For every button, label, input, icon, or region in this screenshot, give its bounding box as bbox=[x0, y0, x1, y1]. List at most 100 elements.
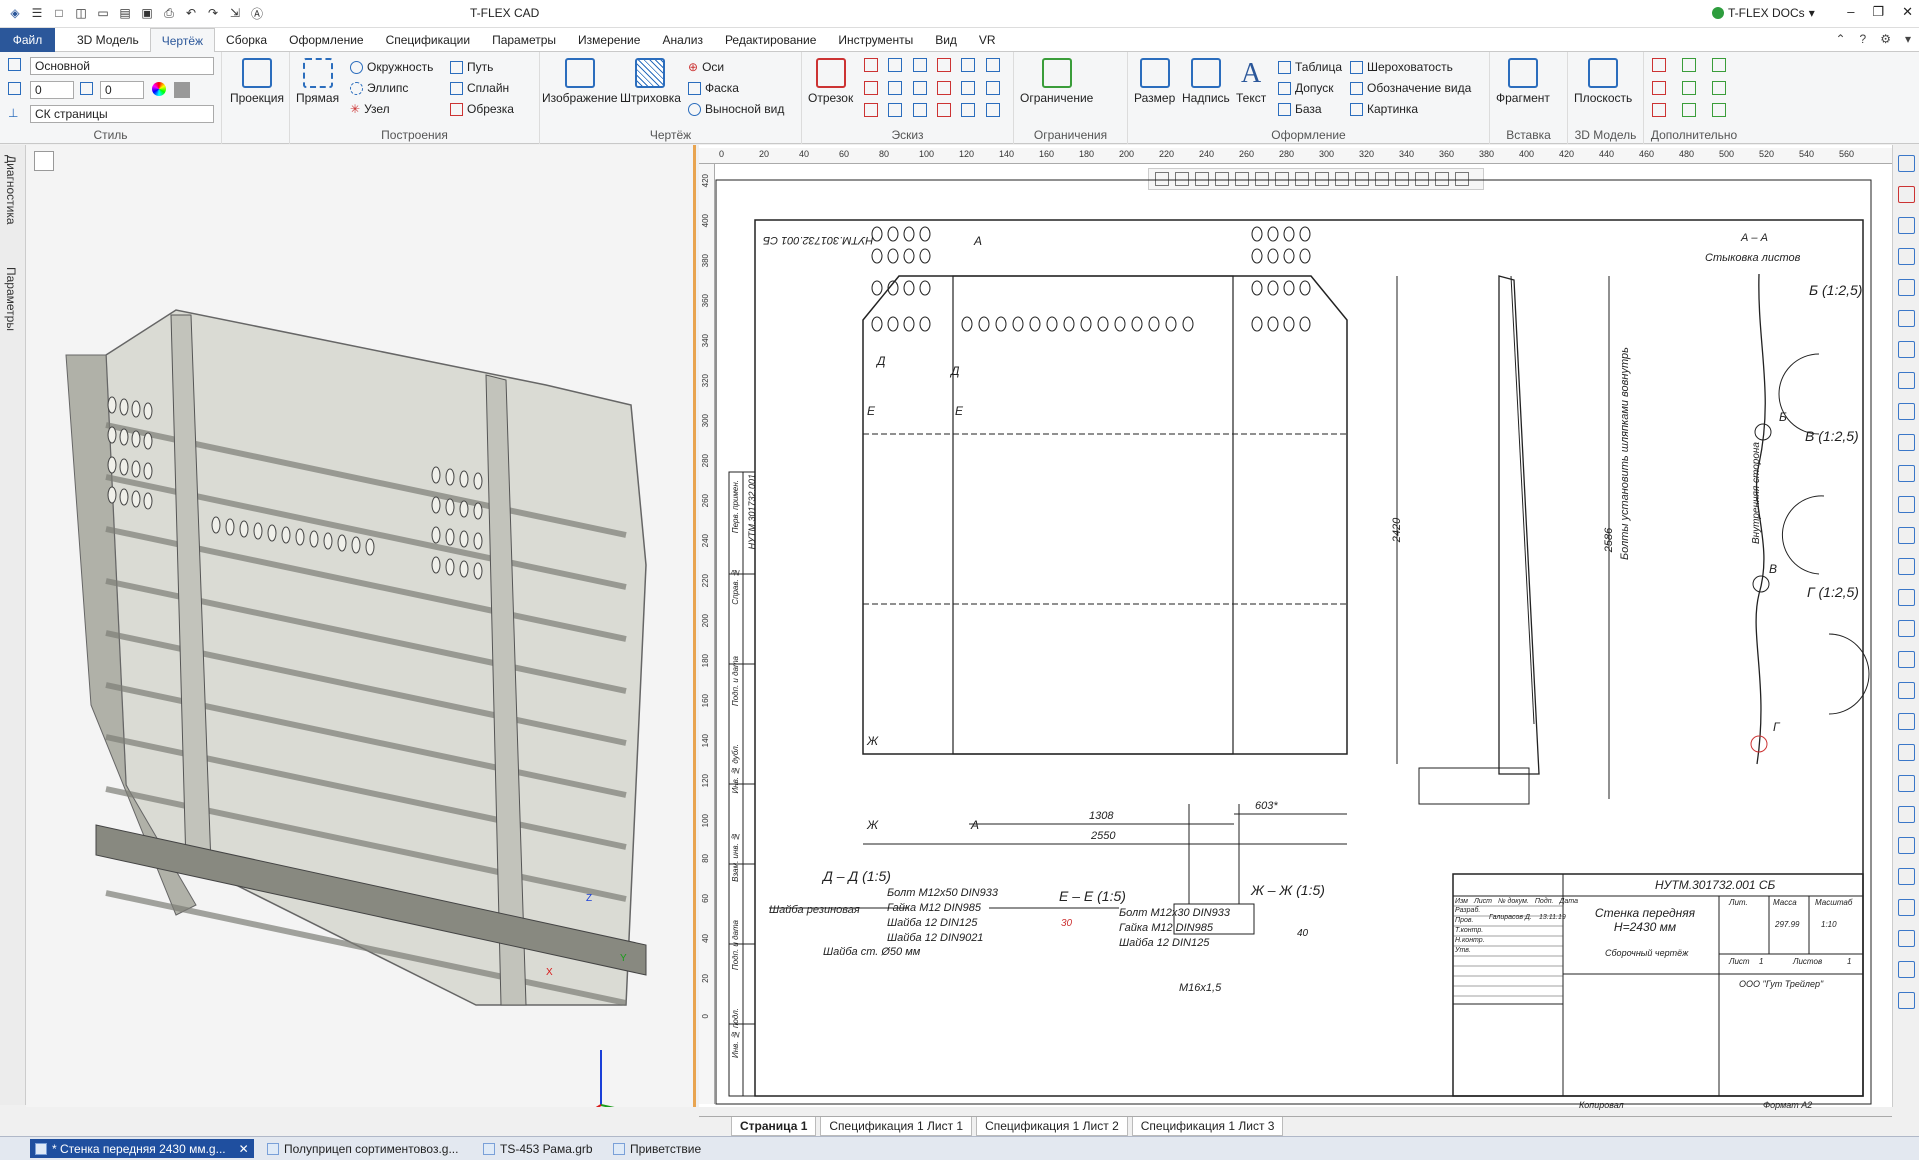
tab-11[interactable]: VR bbox=[968, 28, 1007, 52]
text-button[interactable]: A Текст bbox=[1236, 58, 1266, 105]
table-button[interactable]: Таблица bbox=[1278, 60, 1342, 74]
roughness-button[interactable]: Шероховатость bbox=[1350, 60, 1453, 74]
size-button[interactable]: Размер bbox=[1134, 58, 1175, 105]
side-tool-icon[interactable] bbox=[1898, 248, 1915, 265]
tool-icon[interactable] bbox=[912, 58, 927, 72]
tool-icon[interactable] bbox=[1682, 80, 1696, 95]
sheet-tab[interactable]: Спецификация 1 Лист 2 bbox=[976, 1117, 1128, 1136]
settings-icon[interactable]: ⚙ bbox=[1880, 32, 1891, 46]
side-tool-icon[interactable] bbox=[1898, 496, 1915, 513]
line-button[interactable]: Прямая bbox=[296, 58, 339, 105]
hatch-button[interactable]: Штриховка bbox=[620, 58, 681, 105]
tab-10[interactable]: Вид bbox=[924, 28, 968, 52]
tool-icon[interactable] bbox=[864, 80, 878, 95]
spline-button[interactable]: Сплайн bbox=[450, 81, 509, 95]
tab-5[interactable]: Параметры bbox=[481, 28, 567, 52]
sheet-tab[interactable]: Страница 1 bbox=[731, 1117, 817, 1136]
side-tool-icon[interactable] bbox=[1898, 992, 1915, 1009]
tool-icon[interactable] bbox=[1712, 80, 1726, 95]
node-button[interactable]: ✳ Узел bbox=[350, 102, 390, 116]
side-tool-icon[interactable] bbox=[1898, 930, 1915, 947]
restore-icon[interactable]: ❐ bbox=[1872, 4, 1884, 20]
side-tool-icon[interactable] bbox=[1898, 434, 1915, 451]
side-tool-icon[interactable] bbox=[1898, 682, 1915, 699]
tab-diagnostics[interactable]: Диагностика bbox=[4, 155, 18, 225]
redo-icon[interactable]: ↷ bbox=[204, 4, 222, 22]
sheet-tab[interactable]: Спецификация 1 Лист 3 bbox=[1131, 1117, 1284, 1136]
collapse-ribbon-icon[interactable]: ⌃ bbox=[1835, 32, 1845, 46]
segment-button[interactable]: Отрезок bbox=[808, 58, 853, 105]
tool-icon[interactable] bbox=[985, 58, 1000, 72]
close-icon[interactable]: ✕ bbox=[239, 1142, 249, 1156]
circle-button[interactable]: Окружность bbox=[350, 60, 433, 74]
tool-icon[interactable] bbox=[985, 103, 1000, 118]
more-icon[interactable]: ▾ bbox=[1905, 32, 1911, 46]
fragment-button[interactable]: Фрагмент bbox=[1496, 58, 1550, 105]
tool-icon[interactable] bbox=[864, 103, 878, 118]
tool-icon[interactable] bbox=[961, 58, 976, 72]
plane-button[interactable]: Плоскость bbox=[1574, 58, 1632, 105]
side-tool-icon[interactable] bbox=[1898, 713, 1915, 730]
side-tool-icon[interactable] bbox=[1898, 620, 1915, 637]
print-icon[interactable]: ⎙ bbox=[160, 4, 178, 22]
trim-button[interactable]: Обрезка bbox=[450, 102, 514, 116]
export-icon[interactable]: ⇲ bbox=[226, 4, 244, 22]
detail-view-button[interactable]: Выносной вид bbox=[688, 102, 784, 116]
chamfer-button[interactable]: Фаска bbox=[688, 81, 739, 95]
open-3d-icon[interactable]: ◫ bbox=[72, 4, 90, 22]
tool-icon[interactable] bbox=[888, 80, 903, 95]
side-tool-icon[interactable] bbox=[1898, 403, 1915, 420]
side-tool-icon[interactable] bbox=[1898, 651, 1915, 668]
file-menu[interactable]: Файл bbox=[0, 28, 55, 52]
tab-1[interactable]: Чертёж bbox=[149, 28, 216, 52]
tool-icon[interactable] bbox=[888, 58, 903, 72]
view-label-button[interactable]: Обозначение вида bbox=[1350, 81, 1471, 95]
side-tool-icon[interactable] bbox=[1898, 155, 1915, 172]
palette-icon[interactable] bbox=[152, 82, 166, 96]
tool-icon[interactable] bbox=[937, 58, 951, 72]
tool-icon[interactable] bbox=[961, 80, 976, 95]
side-tool-icon[interactable] bbox=[1898, 186, 1915, 203]
document-tab[interactable]: * Стенка передняя 2430 мм.g... ✕ bbox=[30, 1139, 254, 1158]
tool-icon[interactable] bbox=[1712, 103, 1726, 118]
tool-icon[interactable] bbox=[937, 80, 951, 95]
tab-3[interactable]: Оформление bbox=[278, 28, 374, 52]
axes-button[interactable]: ⊕ Оси bbox=[688, 60, 724, 74]
tool-icon[interactable] bbox=[1652, 103, 1666, 118]
sheet-tab[interactable]: Спецификация 1 Лист 1 bbox=[820, 1117, 973, 1136]
3d-viewport[interactable]: X Y Z bbox=[26, 145, 696, 1107]
tool-icon[interactable] bbox=[985, 80, 1000, 95]
tool-icon[interactable] bbox=[1652, 58, 1666, 72]
base-button[interactable]: База bbox=[1278, 102, 1322, 116]
value-field-2[interactable]: 0 bbox=[100, 81, 144, 99]
tool-icon[interactable] bbox=[912, 80, 927, 95]
tflex-docs-button[interactable]: T-FLEX DOCs ▾ bbox=[1712, 6, 1815, 20]
app-logo-icon[interactable]: ◈ bbox=[6, 4, 24, 22]
save-icon[interactable]: ▣ bbox=[138, 4, 156, 22]
side-tool-icon[interactable] bbox=[1898, 558, 1915, 575]
tab-2[interactable]: Сборка bbox=[215, 28, 278, 52]
side-tool-icon[interactable] bbox=[1898, 961, 1915, 978]
document-tab[interactable]: Полуприцеп сортиментовоз.g... bbox=[262, 1139, 463, 1158]
open-icon[interactable]: ▤ bbox=[116, 4, 134, 22]
side-tool-icon[interactable] bbox=[1898, 806, 1915, 823]
tool-icon[interactable] bbox=[961, 103, 976, 118]
tool-icon[interactable] bbox=[864, 58, 878, 72]
image-button[interactable]: Изображение bbox=[542, 58, 618, 105]
side-tool-icon[interactable] bbox=[1898, 837, 1915, 854]
constraint-button[interactable]: Ограничение bbox=[1020, 58, 1093, 105]
side-tool-icon[interactable] bbox=[1898, 589, 1915, 606]
side-tool-icon[interactable] bbox=[1898, 372, 1915, 389]
undo-icon[interactable]: ↶ bbox=[182, 4, 200, 22]
window-icon[interactable]: ▭ bbox=[94, 4, 112, 22]
tab-8[interactable]: Редактирование bbox=[714, 28, 827, 52]
side-tool-icon[interactable] bbox=[1898, 279, 1915, 296]
document-tab[interactable]: TS-453 Рама.grb bbox=[478, 1139, 598, 1158]
side-tool-icon[interactable] bbox=[1898, 899, 1915, 916]
minimize-icon[interactable]: ‒ bbox=[1847, 4, 1854, 20]
tab-parameters[interactable]: Параметры bbox=[4, 267, 18, 331]
tab-4[interactable]: Спецификации bbox=[375, 28, 481, 52]
side-tool-icon[interactable] bbox=[1898, 465, 1915, 482]
path-button[interactable]: Путь bbox=[450, 60, 493, 74]
side-tool-icon[interactable] bbox=[1898, 217, 1915, 234]
